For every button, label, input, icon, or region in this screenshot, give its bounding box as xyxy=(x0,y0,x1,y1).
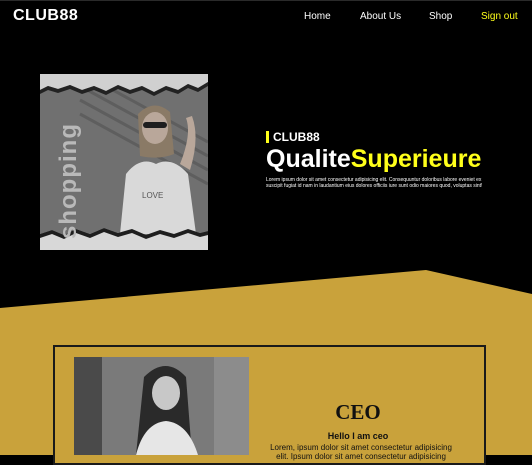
nav-link-shop[interactable]: Shop xyxy=(429,11,452,22)
hero-title: QualiteSuperieure xyxy=(266,145,516,173)
woman-photo: LOVE xyxy=(120,105,196,234)
torn-paper-top xyxy=(40,74,208,96)
hero-title-yellow: Superieure xyxy=(350,145,482,173)
hero-brand: CLUB88 xyxy=(266,131,516,143)
shopping-vertical-text: shopping xyxy=(55,123,82,239)
nav-link-sign-out[interactable]: Sign out xyxy=(481,11,518,22)
hero-description: Lorem ipsum dolor sit amet consectetur a… xyxy=(266,177,483,189)
ceo-description: Lorem, ipsum dolor sit amet consectetur … xyxy=(270,443,452,461)
ceo-greeting: Hello I am ceo xyxy=(327,431,389,441)
hero-title-white: Qualite xyxy=(266,145,351,173)
ceo-photo xyxy=(74,357,249,455)
nav-link-home[interactable]: Home xyxy=(304,11,331,22)
hero-text: CLUB88 QualiteSuperieure Lorem ipsum dol… xyxy=(266,131,516,189)
ceo-title: CEO xyxy=(335,400,381,424)
nav-link-about-us[interactable]: About Us xyxy=(360,11,401,22)
logo[interactable]: CLUB88 xyxy=(13,7,78,25)
hero-image: LOVE shopping xyxy=(40,74,208,250)
navbar: CLUB88 Home About Us Shop Sign out xyxy=(0,0,532,34)
ceo-portrait xyxy=(74,357,249,455)
svg-text:LOVE: LOVE xyxy=(142,191,163,200)
